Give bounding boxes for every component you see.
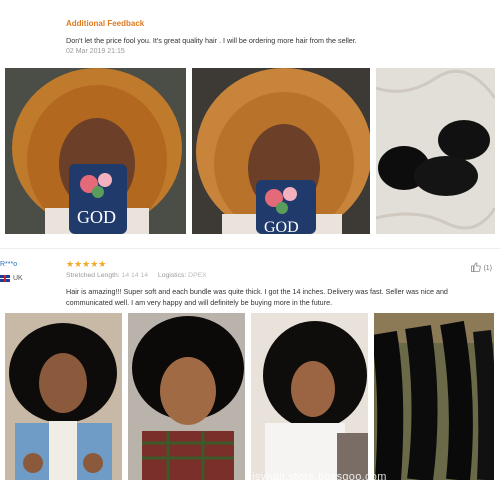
review-divider: [0, 248, 500, 249]
thumbs-up-icon: [471, 262, 482, 274]
additional-feedback-title: Additional Feedback: [66, 19, 145, 28]
logistics-label: Logistics:: [157, 272, 187, 279]
uk-flag-icon: [0, 275, 10, 282]
review-photo-6[interactable]: [251, 313, 368, 480]
additional-feedback-text: Don't let the price fool you. It's great…: [66, 36, 357, 45]
review-photo-7[interactable]: [374, 313, 494, 480]
review-photo-3[interactable]: [376, 68, 495, 234]
review-photo-5[interactable]: [128, 313, 245, 480]
review-meta: Stretched Length: 14 14 14 Logistics: DP…: [66, 272, 215, 279]
phone-case-text-2: GOD: [264, 219, 299, 234]
rating-stars: ★★★★★: [66, 259, 107, 269]
likes-count: (1): [483, 264, 492, 272]
stretched-length-value: 14 14 14: [121, 272, 149, 279]
additional-feedback-date: 02 Mar 2019 21:15: [66, 48, 125, 55]
review-photo-2[interactable]: GOD: [192, 68, 370, 234]
review-photo-4[interactable]: [5, 313, 122, 480]
watermark: isvhair.store.bossgoo.com: [252, 471, 387, 483]
reviewer-country: UK: [0, 275, 23, 282]
review-photo-1[interactable]: GOD: [5, 68, 186, 234]
helpful-button[interactable]: (1): [471, 262, 492, 274]
review-text: Hair is amazing!!! Super soft and each b…: [66, 287, 448, 307]
reviewer-country-label: UK: [13, 275, 23, 282]
stretched-length-label: Stretched Length:: [66, 272, 120, 279]
phone-case-text: GOD: [77, 207, 116, 227]
logistics-value: DPEX: [188, 272, 207, 279]
reviewer-name[interactable]: R***o: [0, 261, 17, 268]
